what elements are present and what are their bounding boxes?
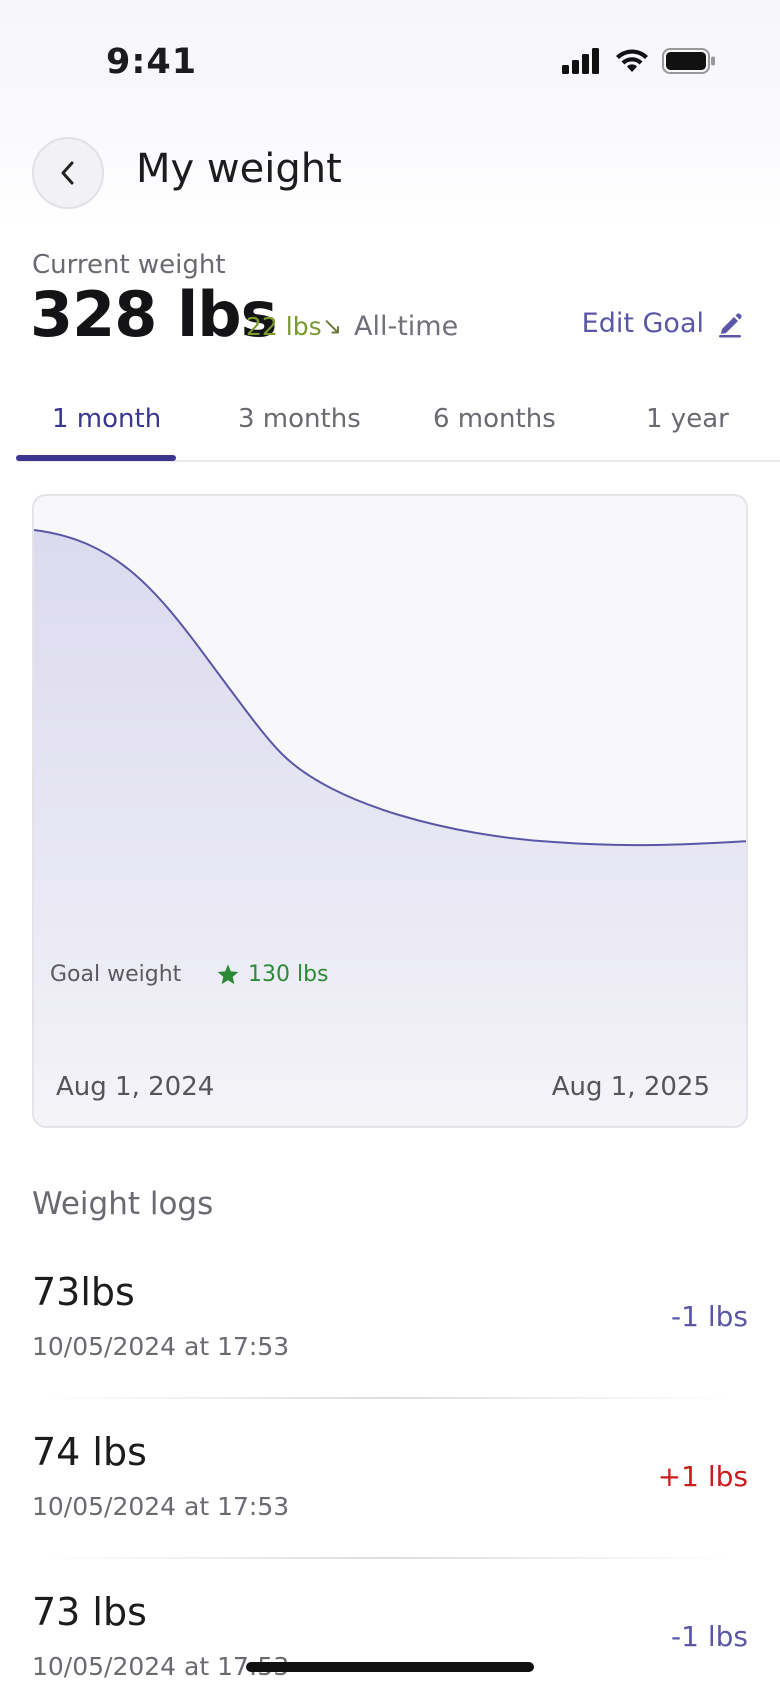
- log-weight: 74 lbs: [32, 1430, 147, 1474]
- log-item[interactable]: 73lbs 10/05/2024 at 17:53 -1 lbs: [32, 1270, 748, 1430]
- current-weight-value: 328 lbs: [30, 278, 278, 351]
- goal-weight: 130 lbs: [216, 962, 329, 987]
- log-change: -1 lbs: [671, 1300, 748, 1333]
- weight-screen: 9:41 My weight Current weight 328 lbs 22…: [0, 0, 780, 1688]
- page-title: My weight: [136, 146, 342, 192]
- pencil-icon: [719, 312, 742, 337]
- log-item[interactable]: 73 lbs 10/05/2024 at 17:53 -1 lbs: [32, 1590, 748, 1688]
- chart-start-date: Aug 1, 2024: [56, 1072, 215, 1102]
- back-button[interactable]: [32, 137, 104, 209]
- log-divider: [42, 1557, 732, 1559]
- log-date: 10/05/2024 at 17:53: [32, 1492, 290, 1521]
- status-bar: 9:41: [0, 0, 780, 120]
- weight-delta: 22 lbs: [246, 312, 322, 341]
- edit-goal-button[interactable]: Edit Goal: [582, 308, 744, 339]
- chart-end-date: Aug 1, 2025: [551, 1072, 710, 1102]
- goal-weight-value: 130 lbs: [248, 962, 329, 987]
- cellular-signal-icon: [562, 48, 599, 74]
- battery-icon: [662, 48, 715, 74]
- current-weight-label: Current weight: [32, 250, 226, 280]
- log-item[interactable]: 74 lbs 10/05/2024 at 17:53 +1 lbs: [32, 1430, 748, 1590]
- status-icons: [562, 48, 716, 74]
- trend-down-icon: ↘: [322, 312, 343, 340]
- log-weight: 73lbs: [32, 1270, 135, 1314]
- weight-chart-card: Goal weight 130 lbs Aug 1, 2024 Aug 1, 2…: [32, 494, 748, 1128]
- wifi-icon: [616, 49, 648, 72]
- tab-1-year[interactable]: 1 year: [646, 404, 729, 434]
- log-change: +1 lbs: [657, 1460, 748, 1493]
- log-date: 10/05/2024 at 17:53: [32, 1332, 290, 1361]
- star-icon: [217, 964, 239, 984]
- log-divider: [42, 1397, 732, 1399]
- tab-3-months[interactable]: 3 months: [238, 404, 361, 434]
- time-range-tabs: 1 month 3 months 6 months 1 year: [16, 392, 780, 462]
- edit-goal-label: Edit Goal: [581, 308, 704, 339]
- weight-area: [34, 530, 746, 1126]
- tab-1-month[interactable]: 1 month: [52, 404, 161, 434]
- goal-weight-label: Goal weight: [50, 962, 182, 987]
- chevron-left-icon: [61, 161, 74, 185]
- weight-logs-title: Weight logs: [32, 1186, 214, 1222]
- tab-6-months[interactable]: 6 months: [433, 404, 556, 434]
- weight-chart: [34, 529, 746, 1126]
- log-weight: 73 lbs: [32, 1590, 147, 1634]
- delta-period-label: All-time: [354, 311, 459, 342]
- status-time: 9:41: [106, 42, 198, 82]
- home-indicator[interactable]: [246, 1662, 534, 1672]
- log-change: -1 lbs: [671, 1620, 748, 1653]
- active-tab-indicator: [16, 455, 176, 461]
